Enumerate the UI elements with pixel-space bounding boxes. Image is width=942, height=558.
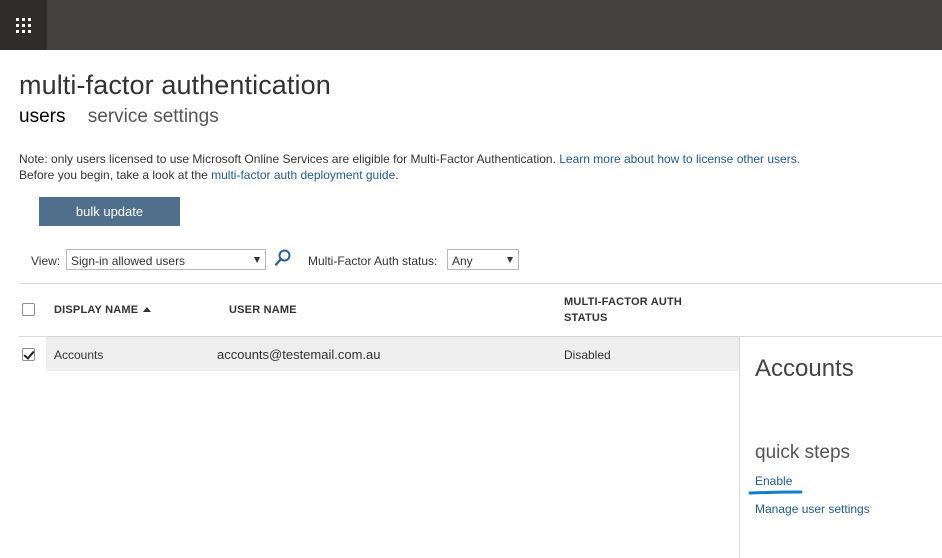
table-header: DISPLAY NAME USER NAME MULTI-FACTOR AUTH… bbox=[19, 284, 942, 336]
column-header-user-name[interactable]: USER NAME bbox=[229, 302, 297, 318]
row-checkbox[interactable] bbox=[22, 348, 35, 361]
quick-steps-heading: quick steps bbox=[755, 442, 851, 463]
table-row[interactable]: Accounts accounts@testemail.com.au Disab… bbox=[46, 337, 739, 371]
note-text-line2: Before you begin, take a look at the bbox=[19, 168, 212, 182]
column-header-mfa-status[interactable]: MULTI-FACTOR AUTH STATUS bbox=[564, 294, 682, 326]
highlight-underline bbox=[748, 490, 803, 495]
enable-link[interactable]: Enable bbox=[755, 474, 792, 488]
tab-users[interactable]: users bbox=[19, 106, 65, 128]
view-label: View: bbox=[31, 254, 61, 268]
cell-display-name: Accounts bbox=[54, 348, 104, 362]
search-icon[interactable] bbox=[273, 248, 293, 268]
details-panel-title: Accounts bbox=[755, 355, 854, 382]
select-all-checkbox[interactable] bbox=[22, 303, 35, 316]
column-header-mfa-status-line1: MULTI-FACTOR AUTH bbox=[564, 296, 683, 308]
mfa-status-dropdown-value: Any bbox=[452, 254, 473, 268]
column-header-display-name-label: DISPLAY NAME bbox=[54, 304, 139, 316]
view-dropdown[interactable]: Sign-in allowed users bbox=[66, 249, 266, 270]
page-title: multi-factor authentication bbox=[19, 70, 331, 100]
chevron-down-icon bbox=[507, 257, 513, 263]
column-header-mfa-status-line2: STATUS bbox=[564, 312, 608, 324]
note-text-line2-end: . bbox=[395, 168, 399, 182]
license-note: Note: only users licensed to use Microso… bbox=[19, 151, 800, 183]
chevron-down-icon bbox=[254, 257, 260, 263]
column-header-display-name[interactable]: DISPLAY NAME bbox=[54, 302, 152, 318]
waffle-grid-icon[interactable] bbox=[0, 0, 47, 50]
details-panel-divider bbox=[739, 337, 740, 558]
license-help-link[interactable]: Learn more about how to license other us… bbox=[559, 152, 800, 166]
mfa-status-label: Multi-Factor Auth status: bbox=[308, 254, 438, 268]
mfa-status-dropdown[interactable]: Any bbox=[447, 249, 519, 270]
deployment-guide-link[interactable]: multi-factor auth deployment guide bbox=[211, 168, 395, 182]
cell-user-name: accounts@testemail.com.au bbox=[217, 347, 381, 362]
top-bar bbox=[0, 0, 942, 50]
note-text-line1: Note: only users licensed to use Microso… bbox=[19, 152, 560, 166]
bulk-update-button[interactable]: bulk update bbox=[39, 197, 180, 226]
view-dropdown-value: Sign-in allowed users bbox=[71, 254, 186, 268]
cell-mfa-status: Disabled bbox=[564, 348, 611, 362]
manage-user-settings-link[interactable]: Manage user settings bbox=[755, 502, 870, 516]
tab-bar: users service settings bbox=[19, 106, 236, 128]
tab-service-settings[interactable]: service settings bbox=[88, 106, 219, 128]
sort-ascending-icon[interactable] bbox=[143, 307, 152, 312]
